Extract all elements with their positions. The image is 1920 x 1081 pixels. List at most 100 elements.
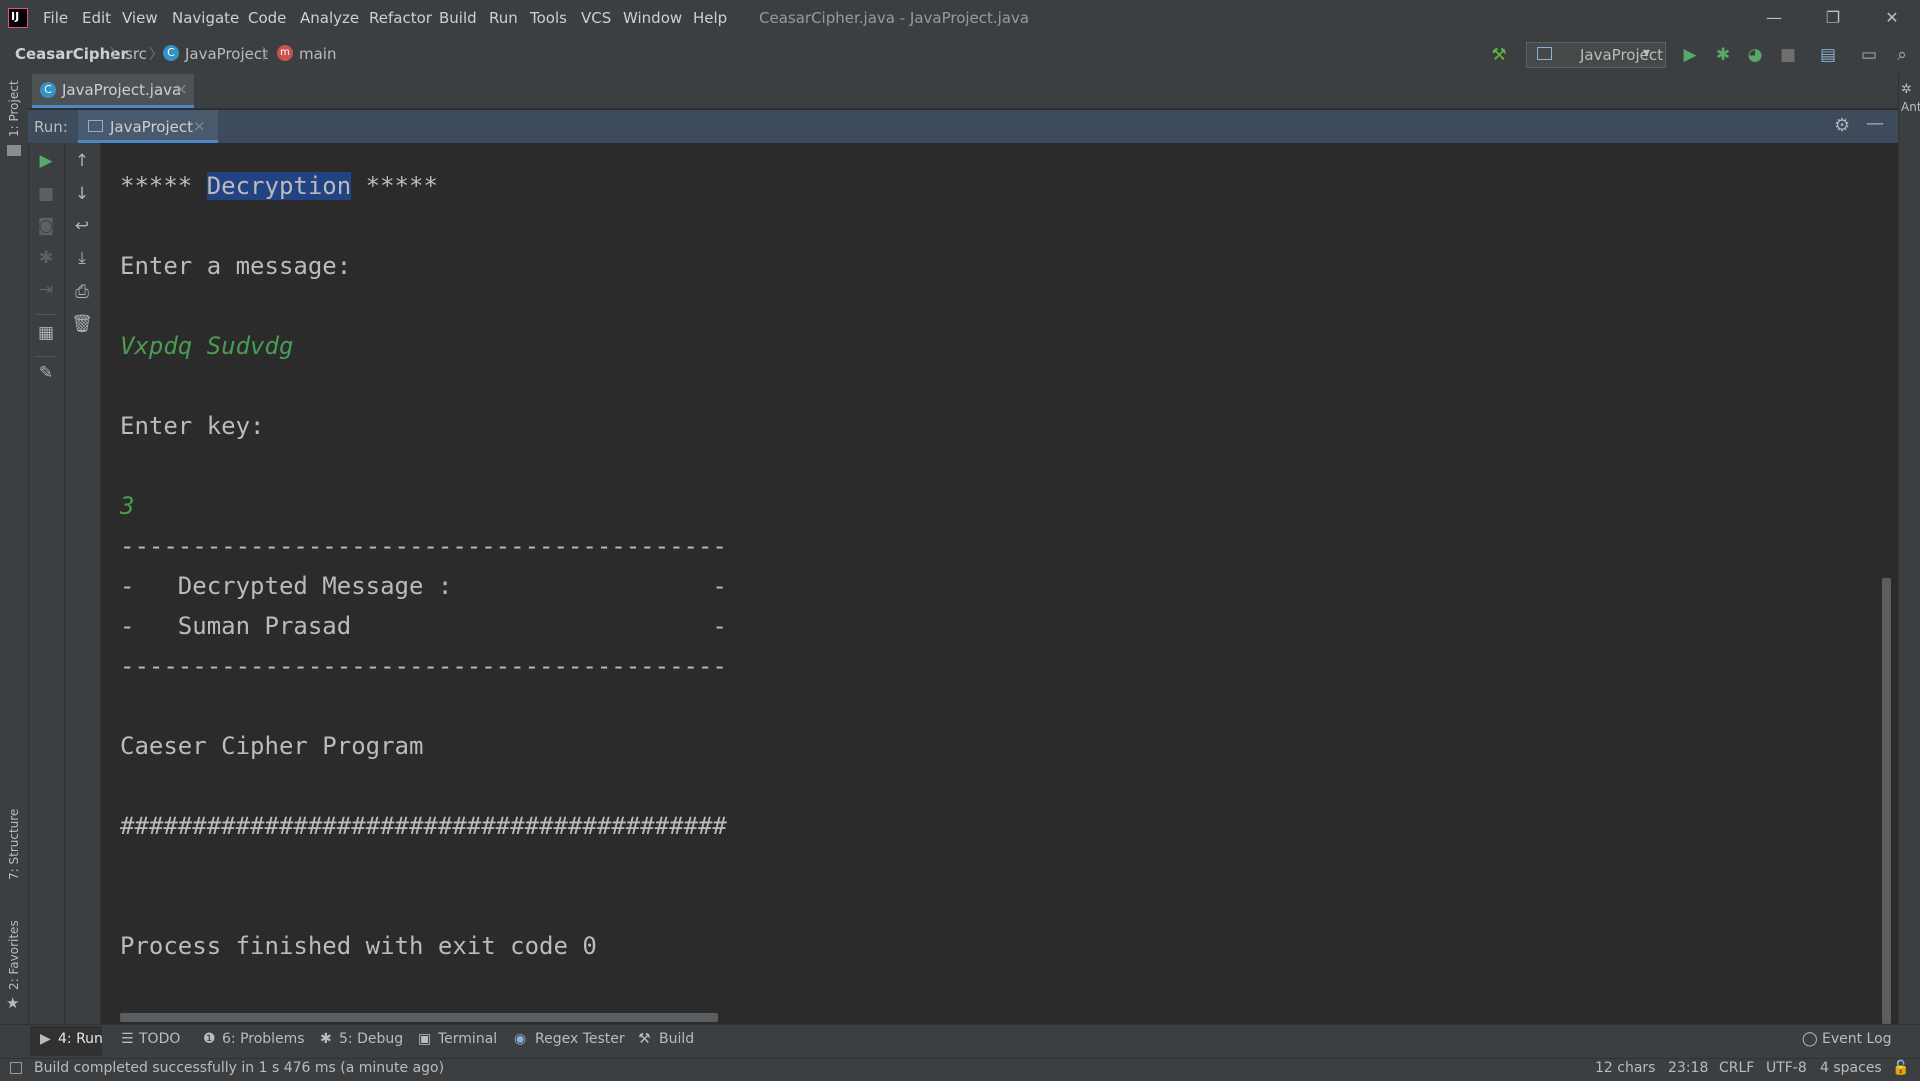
menu-edit[interactable]: Edit bbox=[82, 9, 111, 29]
presentation-mode-icon[interactable]: ▭ bbox=[1857, 43, 1881, 67]
console-process-finished: Process finished with exit code 0 bbox=[120, 932, 597, 960]
layout-icon[interactable]: ▦ bbox=[33, 320, 59, 346]
search-icon[interactable]: ⌕ bbox=[1890, 43, 1914, 67]
right-tool-strip bbox=[1898, 72, 1920, 1052]
selected-text[interactable]: Decryption bbox=[206, 172, 352, 200]
run-tool-button[interactable]: 4: Run bbox=[58, 1031, 103, 1047]
java-class-icon: C bbox=[163, 45, 179, 61]
stop-icon[interactable]: ■ bbox=[1776, 43, 1800, 67]
breadcrumb-separator-icon: 〉 bbox=[149, 47, 163, 63]
project-structure-icon[interactable]: ▤ bbox=[1816, 43, 1840, 67]
regex-tester-tool-button[interactable]: Regex Tester bbox=[535, 1031, 625, 1047]
menu-file[interactable]: File bbox=[43, 9, 68, 29]
gear-icon[interactable]: ⚙ bbox=[1834, 115, 1850, 136]
debug-bug-icon[interactable]: ✱ bbox=[33, 245, 59, 271]
close-run-tab-icon[interactable]: × bbox=[193, 117, 206, 135]
run-window-label: Run: bbox=[34, 118, 68, 136]
print-icon[interactable]: ⎙ bbox=[69, 279, 95, 305]
ant-icon: ✲ bbox=[1901, 82, 1912, 97]
hide-panel-icon[interactable]: — bbox=[1866, 113, 1884, 134]
structure-tool-button[interactable]: 7: Structure bbox=[7, 809, 21, 880]
terminal-icon: ▣ bbox=[418, 1031, 432, 1047]
intellij-logo-icon bbox=[8, 8, 28, 28]
status-cursor-position[interactable]: 23:18 bbox=[1668, 1060, 1708, 1076]
menu-build[interactable]: Build bbox=[439, 9, 477, 29]
status-selection-chars[interactable]: 12 chars bbox=[1595, 1060, 1655, 1076]
exit-icon[interactable]: ⇥ bbox=[33, 277, 59, 303]
build-tool-button[interactable]: Build bbox=[659, 1031, 694, 1047]
restore-button[interactable]: ❐ bbox=[1813, 6, 1853, 30]
todo-tool-button[interactable]: TODO bbox=[139, 1031, 180, 1047]
console-header-line: ***** Decryption ***** bbox=[120, 172, 438, 200]
menu-help[interactable]: Help bbox=[693, 9, 727, 29]
menu-navigate[interactable]: Navigate bbox=[172, 9, 239, 29]
menu-analyze[interactable]: Analyze bbox=[300, 9, 359, 29]
menu-view[interactable]: View bbox=[122, 9, 158, 29]
close-tab-icon[interactable]: × bbox=[175, 80, 188, 98]
ant-tool-button[interactable]: Ant bbox=[1901, 100, 1920, 114]
console-input-message: Vxpdq Sudvdg bbox=[120, 332, 294, 360]
status-indent[interactable]: 4 spaces bbox=[1820, 1060, 1882, 1076]
editor-tab-strip bbox=[28, 72, 1898, 109]
run-window-header bbox=[28, 110, 1898, 143]
todo-list-icon: ☰ bbox=[121, 1031, 134, 1047]
project-tool-button[interactable]: 1: Project bbox=[7, 80, 21, 137]
debug-tool-button[interactable]: 5: Debug bbox=[339, 1031, 403, 1047]
java-class-icon: C bbox=[40, 82, 56, 98]
lock-icon[interactable]: 🔓 bbox=[1892, 1060, 1909, 1076]
run-icon[interactable]: ▶ bbox=[1678, 43, 1702, 67]
toolbar-divider bbox=[36, 314, 56, 315]
horizontal-scrollbar[interactable] bbox=[120, 1013, 718, 1022]
run-with-coverage-icon[interactable]: ◕ bbox=[1743, 43, 1767, 67]
menu-vcs[interactable]: VCS bbox=[581, 9, 611, 29]
debug-bug-icon: ✱ bbox=[320, 1031, 332, 1047]
minimize-button[interactable]: — bbox=[1754, 6, 1794, 30]
breadcrumb-separator-icon: 〉 bbox=[110, 47, 124, 63]
event-log-icon: ◯ bbox=[1802, 1031, 1818, 1047]
console-program-name: Caeser Cipher Program bbox=[120, 732, 424, 760]
status-encoding[interactable]: UTF-8 bbox=[1766, 1060, 1807, 1076]
rerun-icon[interactable]: ▶ bbox=[33, 148, 59, 174]
run-actions-toolbar bbox=[29, 143, 65, 1024]
application-config-icon bbox=[88, 120, 103, 132]
menu-tools[interactable]: Tools bbox=[530, 9, 567, 29]
build-hammer-icon[interactable]: ⚒ bbox=[1487, 43, 1511, 67]
run-configuration-label: JavaProject bbox=[1580, 46, 1664, 64]
event-log-tool-button[interactable]: Event Log bbox=[1822, 1031, 1892, 1047]
arrow-down-icon[interactable]: ↓ bbox=[69, 181, 95, 207]
status-line-separator[interactable]: CRLF bbox=[1719, 1060, 1754, 1076]
menu-code[interactable]: Code bbox=[248, 9, 286, 29]
pin-icon[interactable]: ✎ bbox=[33, 360, 59, 386]
breadcrumb-folder[interactable]: src bbox=[125, 45, 147, 63]
problems-tool-button[interactable]: 6: Problems bbox=[222, 1031, 305, 1047]
folder-icon bbox=[7, 145, 21, 156]
left-tool-strip bbox=[0, 72, 29, 1052]
build-hammer-icon: ⚒ bbox=[638, 1031, 651, 1047]
run-tab-label: JavaProject bbox=[110, 118, 194, 136]
arrow-up-icon[interactable]: ↑ bbox=[69, 148, 95, 174]
console-result-label: - Decrypted Message : - bbox=[120, 572, 727, 600]
breadcrumb-method[interactable]: main bbox=[299, 45, 336, 63]
menu-refactor[interactable]: Refactor bbox=[369, 9, 432, 29]
toggle-tool-windows-icon[interactable] bbox=[10, 1062, 22, 1074]
header-suffix: ***** bbox=[351, 172, 438, 200]
application-config-icon bbox=[1537, 47, 1552, 60]
debug-bug-icon[interactable]: ✱ bbox=[1711, 43, 1735, 67]
menu-window[interactable]: Window bbox=[623, 9, 682, 29]
status-message: Build completed successfully in 1 s 476 … bbox=[34, 1060, 445, 1076]
vertical-scrollbar[interactable] bbox=[1882, 578, 1891, 1024]
breadcrumb-class[interactable]: JavaProject bbox=[185, 45, 268, 63]
close-button[interactable]: ✕ bbox=[1872, 6, 1912, 30]
toolbar-divider bbox=[36, 356, 56, 357]
soft-wrap-icon[interactable]: ↩ bbox=[69, 213, 95, 239]
menu-run[interactable]: Run bbox=[489, 9, 518, 29]
console-actions-toolbar bbox=[65, 143, 101, 1024]
trash-icon[interactable]: 🗑 bbox=[69, 311, 95, 337]
favorites-tool-button[interactable]: 2: Favorites bbox=[7, 920, 21, 990]
header-prefix: ***** bbox=[120, 172, 207, 200]
terminal-tool-button[interactable]: Terminal bbox=[438, 1031, 497, 1047]
scroll-to-end-icon[interactable]: ⤓ bbox=[69, 245, 95, 271]
dump-threads-camera-icon[interactable]: ◙ bbox=[33, 213, 59, 239]
run-tool-icon: ▶ bbox=[40, 1031, 51, 1047]
stop-icon[interactable]: ■ bbox=[33, 181, 59, 207]
